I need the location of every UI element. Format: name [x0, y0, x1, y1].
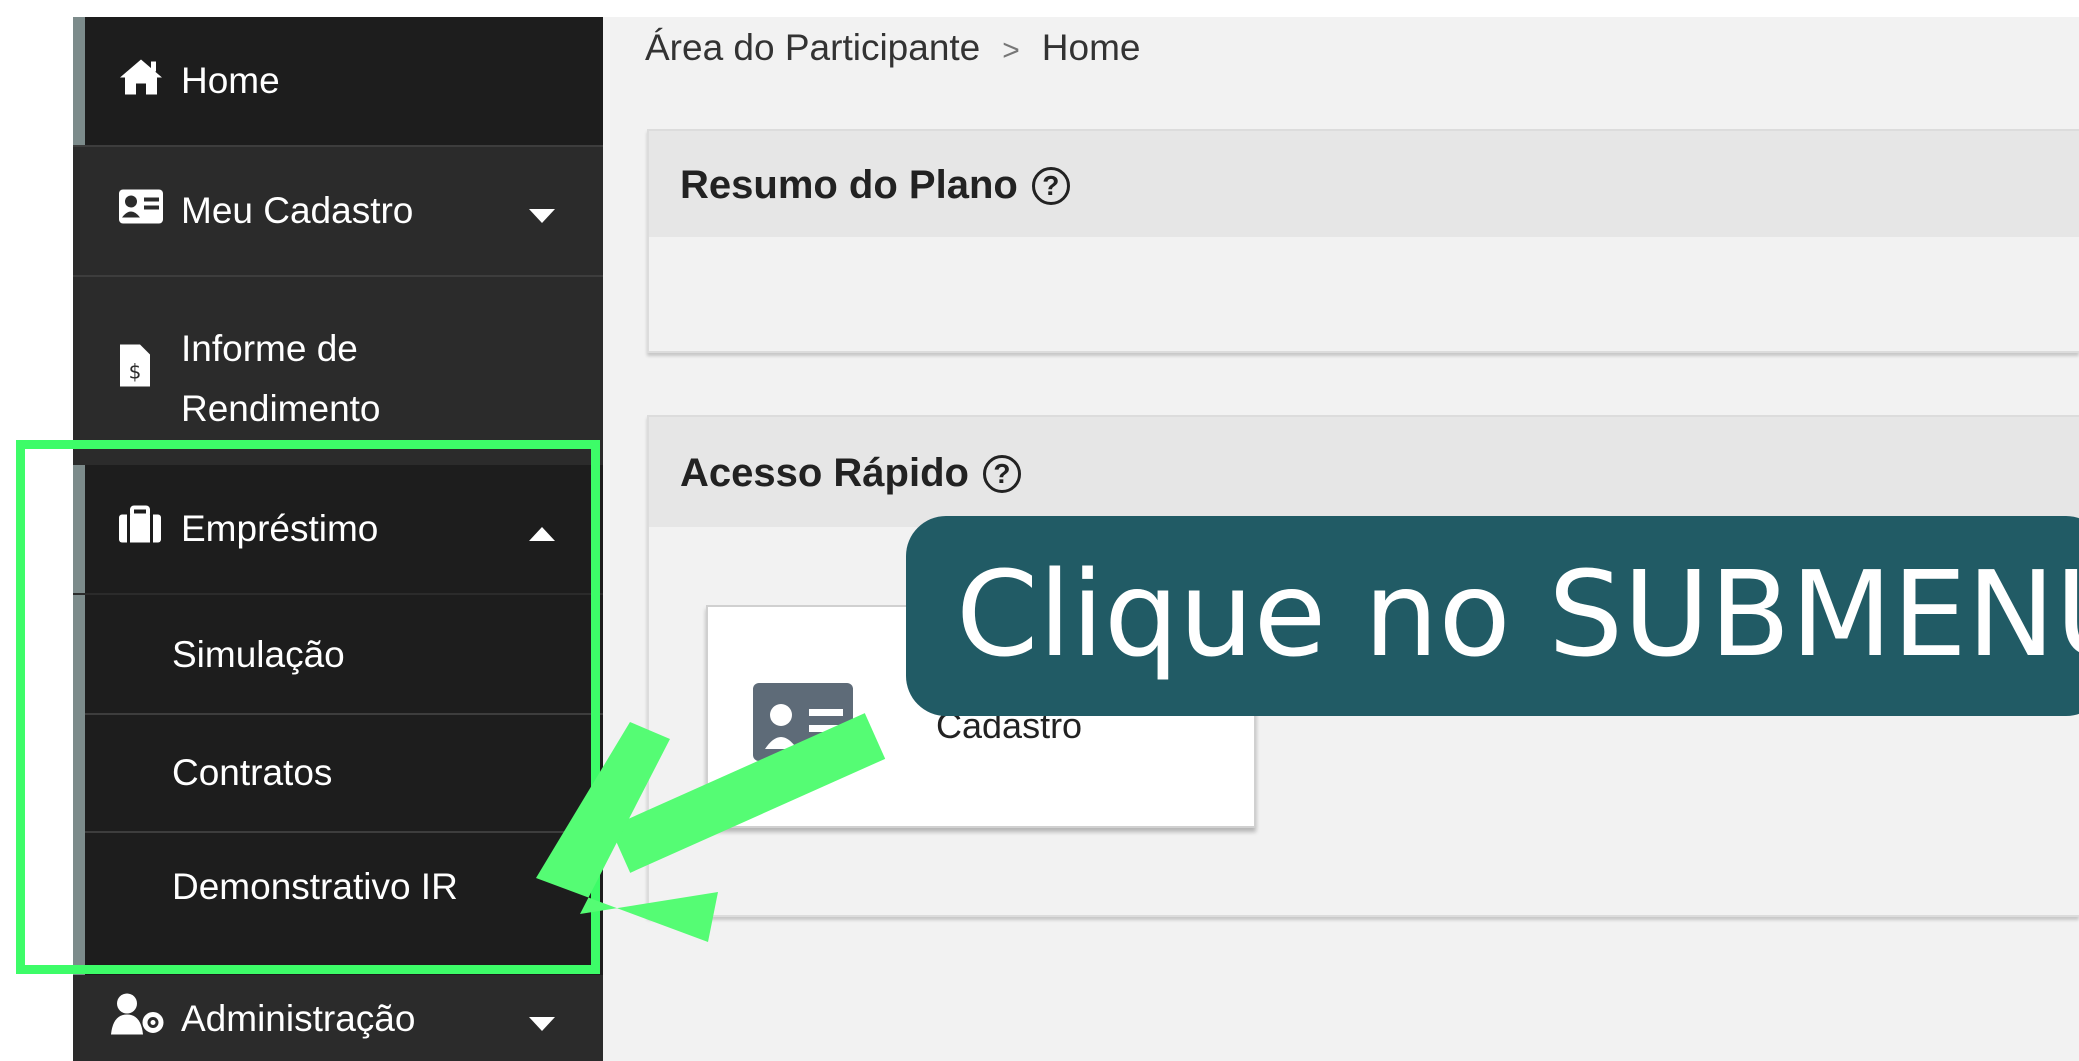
sidebar-item-meu-cadastro[interactable]: Meu Cadastro	[73, 147, 603, 275]
id-card-icon	[753, 683, 853, 761]
sidebar-item-home[interactable]: Home	[73, 17, 603, 145]
panel-resumo-plano: Resumo do Plano ?	[647, 129, 2079, 353]
svg-text:$: $	[129, 360, 142, 384]
document-dollar-icon: $	[118, 343, 152, 398]
sidebar-item-label-line2: Rendimento	[181, 388, 381, 429]
highlight-box	[16, 440, 600, 974]
sidebar-item-label: Meu Cadastro	[181, 190, 414, 231]
callout-text: Clique no SUBMENU	[956, 545, 2079, 683]
panel-header: Resumo do Plano ?	[649, 131, 2079, 237]
sidebar-item-label: Administração	[181, 998, 416, 1039]
breadcrumb-current: Home	[1041, 27, 1141, 68]
panel-header: Acesso Rápido ?	[649, 417, 2079, 527]
user-gear-icon	[111, 993, 167, 1046]
panel-title-text: Resumo do Plano	[680, 163, 1018, 207]
callout-banner: Clique no SUBMENU	[906, 516, 2079, 716]
help-icon[interactable]: ?	[1031, 166, 1070, 205]
panel-title-text: Acesso Rápido	[680, 451, 969, 495]
active-accent-bar	[73, 17, 85, 145]
chevron-down-icon	[529, 190, 555, 232]
sidebar-item-label-line1: Informe de	[181, 328, 358, 369]
sidebar-item-informe-rendimento[interactable]: $ Informe de Rendimento	[73, 277, 603, 463]
sidebar-item-label: Home	[181, 60, 280, 101]
panel-title: Resumo do Plano ?	[680, 163, 1070, 208]
sidebar-item-administracao[interactable]: Administração	[73, 977, 603, 1061]
home-icon	[118, 57, 164, 106]
breadcrumb: Área do Participante > Home	[645, 27, 1141, 69]
id-card-icon	[118, 189, 164, 234]
breadcrumb-separator: >	[1002, 34, 1020, 67]
chevron-down-icon	[529, 998, 555, 1040]
help-icon[interactable]: ?	[982, 454, 1021, 493]
panel-title: Acesso Rápido ?	[680, 451, 1021, 496]
breadcrumb-parent[interactable]: Área do Participante	[645, 27, 980, 68]
